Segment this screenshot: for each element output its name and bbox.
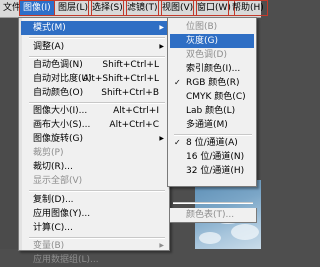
menu-item-label: RGB 颜色(R) [186, 78, 240, 88]
menu-item-label: 颜色表(T)... [186, 210, 235, 220]
submenu-item-lab[interactable]: Lab 颜色(L) [170, 104, 254, 118]
menu-item-image-size[interactable]: 图像大小(I)... Alt+Ctrl+I [21, 104, 167, 118]
image-menu: 模式(M) ▶ 调整(A) ▶ 自动色调(N) Shift+Ctrl+L 自动对… [18, 17, 170, 265]
menu-item-adjust[interactable]: 调整(A) ▶ [21, 40, 167, 54]
menu-item-label: 裁切(R)... [33, 162, 73, 172]
menu-item-auto-tone[interactable]: 自动色调(N) Shift+Ctrl+L [21, 58, 167, 72]
submenu-item-indexed[interactable]: 索引颜色(I)... [170, 62, 254, 76]
submenu-item-16bit[interactable]: 16 位/通道(N) [170, 150, 254, 164]
menu-item-auto-color[interactable]: 自动颜色(O) Shift+Ctrl+B [21, 86, 167, 100]
menu-item-label: 自动颜色(O) [33, 88, 84, 98]
submenu-arrow-icon: ▶ [159, 43, 164, 50]
submenu-item-color-table[interactable]: 颜色表(T)... [169, 208, 257, 223]
submenu-item-rgb[interactable]: ✓ RGB 颜色(R) [170, 76, 254, 90]
menu-item-shortcut: Alt+Ctrl+I [113, 106, 159, 116]
submenu-arrow-icon: ▶ [159, 135, 164, 142]
menu-item-mode[interactable]: 模式(M) ▶ [21, 21, 167, 35]
menu-item-shortcut: Alt+Ctrl+C [109, 120, 159, 130]
menu-item-label: 16 位/通道(N) [186, 152, 245, 162]
menu-item-rotate[interactable]: 图像旋转(G) ▶ [21, 132, 167, 146]
menu-item-label: 多通道(M) [186, 120, 228, 130]
checkmark-icon: ✓ [174, 78, 181, 87]
menu-item-label: 索引颜色(I)... [186, 64, 241, 74]
separator [29, 37, 165, 39]
submenu-item-32bit[interactable]: 32 位/通道(H) [170, 164, 254, 178]
menu-bar: 文件(F) 图像(I) 图层(L) 选择(S) 滤镜(T) 视图(V) 窗口(W… [0, 0, 268, 18]
menu-item-shortcut: Shift+Ctrl+L [102, 60, 159, 70]
menu-item-label: 应用数据组(L)... [33, 255, 99, 265]
menu-item-label: 32 位/通道(H) [186, 166, 245, 176]
menu-item-label: 计算(C)... [33, 223, 73, 233]
menu-item-label: CMYK 颜色(C) [186, 92, 246, 102]
menu-item-duplicate[interactable]: 复制(D)... [21, 193, 167, 207]
menu-item-canvas-size[interactable]: 画布大小(S)... Alt+Ctrl+C [21, 118, 167, 132]
menu-select[interactable]: 选择(S) [88, 0, 127, 16]
menu-item-auto-contrast[interactable]: 自动对比度(U) Alt+Shift+Ctrl+L [21, 72, 167, 86]
menu-item-label: 复制(D)... [33, 195, 74, 205]
menu-item-label: 调整(A) [33, 42, 65, 52]
menu-item-shortcut: Alt+Shift+Ctrl+L [82, 74, 159, 84]
submenu-item-multichannel[interactable]: 多通道(M) [170, 118, 254, 132]
menu-item-label: 灰度(G) [186, 36, 218, 46]
menu-image[interactable]: 图像(I) [19, 0, 55, 16]
menu-item-label: 画布大小(S)... [33, 120, 91, 130]
menu-view[interactable]: 视图(V) [158, 0, 198, 16]
menu-item-calculations[interactable]: 计算(C)... [21, 221, 167, 235]
separator [29, 190, 165, 192]
submenu-item-duotone[interactable]: 双色调(D) [170, 48, 254, 62]
menu-item-label: 裁剪(P) [33, 148, 64, 158]
menu-item-apply-dataset[interactable]: 应用数据组(L)... [21, 253, 167, 267]
submenu-arrow-icon: ▶ [159, 24, 164, 31]
submenu-item-cmyk[interactable]: CMYK 颜色(C) [170, 90, 254, 104]
menu-item-reveal-all[interactable]: 显示全部(V) [21, 174, 167, 188]
menu-item-label: 变量(B) [33, 241, 65, 251]
menu-item-label: 位图(B) [186, 22, 218, 32]
menu-item-crop[interactable]: 裁剪(P) [21, 146, 167, 160]
menu-layer[interactable]: 图层(L) [54, 0, 93, 16]
menu-filter[interactable]: 滤镜(T) [123, 0, 162, 16]
menu-item-variables[interactable]: 变量(B) ▶ [21, 239, 167, 253]
menu-item-apply-image[interactable]: 应用图像(Y)... [21, 207, 167, 221]
submenu-item-grayscale[interactable]: 灰度(G) [170, 34, 254, 48]
menu-help[interactable]: 帮助(H) [228, 0, 268, 16]
menu-item-label: 模式(M) [33, 23, 66, 33]
tool-panel-edge [0, 18, 18, 249]
mode-submenu: 位图(B) 灰度(G) 双色调(D) 索引颜色(I)... ✓ RGB 颜色(R… [167, 17, 257, 187]
menu-item-label: Lab 颜色(L) [186, 106, 236, 116]
submenu-arrow-icon: ▶ [159, 242, 164, 249]
submenu-item-bitmap[interactable]: 位图(B) [170, 20, 254, 34]
menu-item-label: 图像旋转(G) [33, 134, 83, 144]
menu-item-label: 8 位/通道(A) [186, 138, 238, 148]
menu-item-label: 图像大小(I)... [33, 106, 88, 116]
separator [173, 202, 253, 204]
menu-item-trim[interactable]: 裁切(R)... [21, 160, 167, 174]
submenu-item-8bit[interactable]: ✓ 8 位/通道(A) [170, 136, 254, 150]
menu-item-label: 应用图像(Y)... [33, 209, 91, 219]
checkmark-icon: ✓ [174, 138, 181, 147]
menu-item-shortcut: Shift+Ctrl+B [101, 88, 159, 98]
menu-item-label: 双色调(D) [186, 50, 227, 60]
menu-item-label: 显示全部(V) [33, 176, 83, 186]
menu-item-label: 自动色调(N) [33, 60, 83, 70]
